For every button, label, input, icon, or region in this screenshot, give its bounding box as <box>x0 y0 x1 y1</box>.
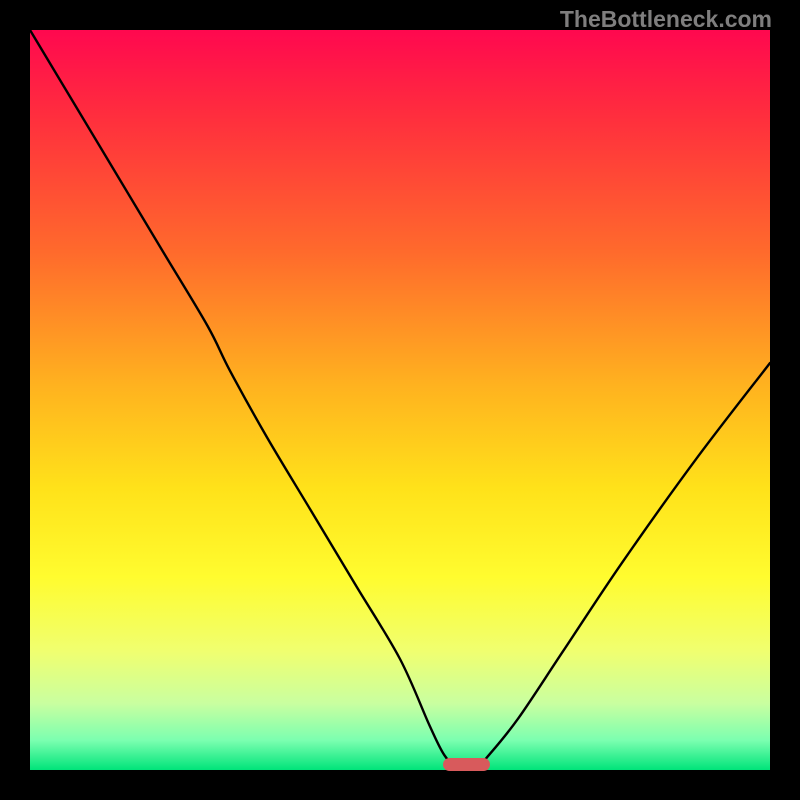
plot-area <box>30 30 770 770</box>
optimum-marker <box>443 758 490 771</box>
bottleneck-curve <box>30 30 770 770</box>
watermark-text: TheBottleneck.com <box>560 6 772 33</box>
